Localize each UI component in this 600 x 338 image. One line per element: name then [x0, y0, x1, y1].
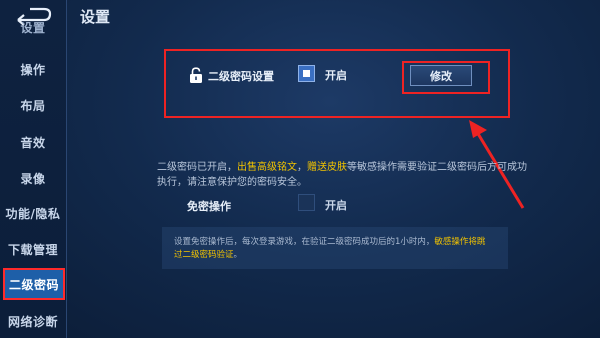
desc-highlight-skin: 赠送皮肤: [307, 162, 347, 173]
no-password-checkbox[interactable]: [298, 194, 315, 211]
lock-icon: [190, 67, 202, 83]
modify-button[interactable]: 修改: [410, 65, 472, 86]
sidebar-item-network-diagnosis[interactable]: 网络诊断: [0, 306, 66, 336]
info-text-2: 。: [233, 250, 243, 260]
page-title: 设置: [80, 8, 111, 26]
sidebar-item-secondary-password[interactable]: 二级密码: [3, 268, 65, 300]
sidebar-item-layout[interactable]: 布局: [0, 90, 66, 120]
sidebar-item-replay[interactable]: 录像: [0, 163, 66, 193]
sidebar-item-privacy[interactable]: 功能/隐私: [0, 198, 66, 228]
sidebar-item-controls[interactable]: 操作: [0, 54, 66, 84]
password-description: 二级密码已开启，出售高级铭文，赠送皮肤等敏感操作需要验证二级密码后方可成功执行，…: [157, 160, 527, 190]
desc-text-1: 二级密码已开启，: [157, 162, 237, 173]
sidebar-item-settings[interactable]: 设置: [0, 22, 66, 36]
desc-text-2: ，: [297, 162, 307, 173]
secondary-password-checkbox[interactable]: [298, 65, 315, 82]
secondary-password-toggle-label: 开启: [325, 69, 347, 82]
no-password-label: 免密操作: [187, 200, 231, 213]
info-text-1: 设置免密操作后，每次登录游戏，在验证二级密码成功后的1小时内，: [174, 237, 435, 247]
info-text: 设置免密操作后，每次登录游戏，在验证二级密码成功后的1小时内，敏感操作将跳过二级…: [174, 236, 492, 262]
no-password-toggle-label: 开启: [325, 199, 347, 212]
sidebar-item-sound[interactable]: 音效: [0, 127, 66, 157]
sidebar: 设置 操作 布局 音效 录像 功能/隐私 下载管理 二级密码 网络诊断: [0, 0, 67, 338]
desc-highlight-inscription: 出售高级铭文: [237, 162, 297, 173]
secondary-password-label: 二级密码设置: [208, 70, 274, 83]
sidebar-item-downloads[interactable]: 下载管理: [0, 234, 66, 264]
